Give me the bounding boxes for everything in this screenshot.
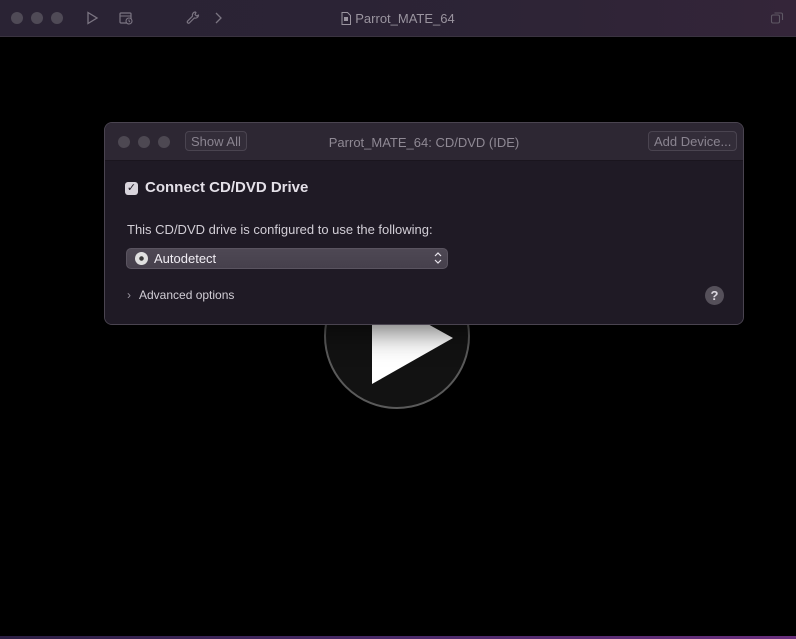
sheet-header: Show All Parrot_MATE_64: CD/DVD (IDE) Ad… — [105, 123, 743, 161]
window-restore-icon[interactable] — [769, 10, 785, 26]
chevron-updown-icon — [434, 252, 442, 264]
vm-window: Parrot_MATE_64 Show All Parrot_MATE_64: … — [0, 0, 796, 639]
advanced-options-label: Advanced options — [139, 288, 235, 302]
drive-source-select[interactable]: Autodetect — [126, 248, 448, 269]
cd-dvd-settings-sheet: Show All Parrot_MATE_64: CD/DVD (IDE) Ad… — [104, 122, 744, 325]
advanced-options-disclosure[interactable]: › Advanced options — [127, 288, 234, 302]
document-icon — [341, 12, 352, 28]
connect-drive-label[interactable]: Connect CD/DVD Drive — [145, 179, 308, 196]
add-device-button[interactable]: Add Device... — [648, 131, 738, 151]
cd-disc-icon — [135, 252, 148, 265]
help-icon[interactable]: ? — [705, 286, 724, 305]
window-title-text: Parrot_MATE_64 — [355, 11, 455, 26]
window-title: Parrot_MATE_64 — [0, 11, 796, 28]
title-bar: Parrot_MATE_64 — [0, 0, 796, 37]
drive-source-value: Autodetect — [154, 251, 217, 266]
connect-drive-checkbox[interactable]: ✓ — [125, 182, 138, 195]
disclosure-chevron-icon: › — [127, 288, 131, 302]
sheet-body: ✓ Connect CD/DVD Drive This CD/DVD drive… — [105, 161, 743, 324]
drive-description: This CD/DVD drive is configured to use t… — [127, 222, 433, 237]
